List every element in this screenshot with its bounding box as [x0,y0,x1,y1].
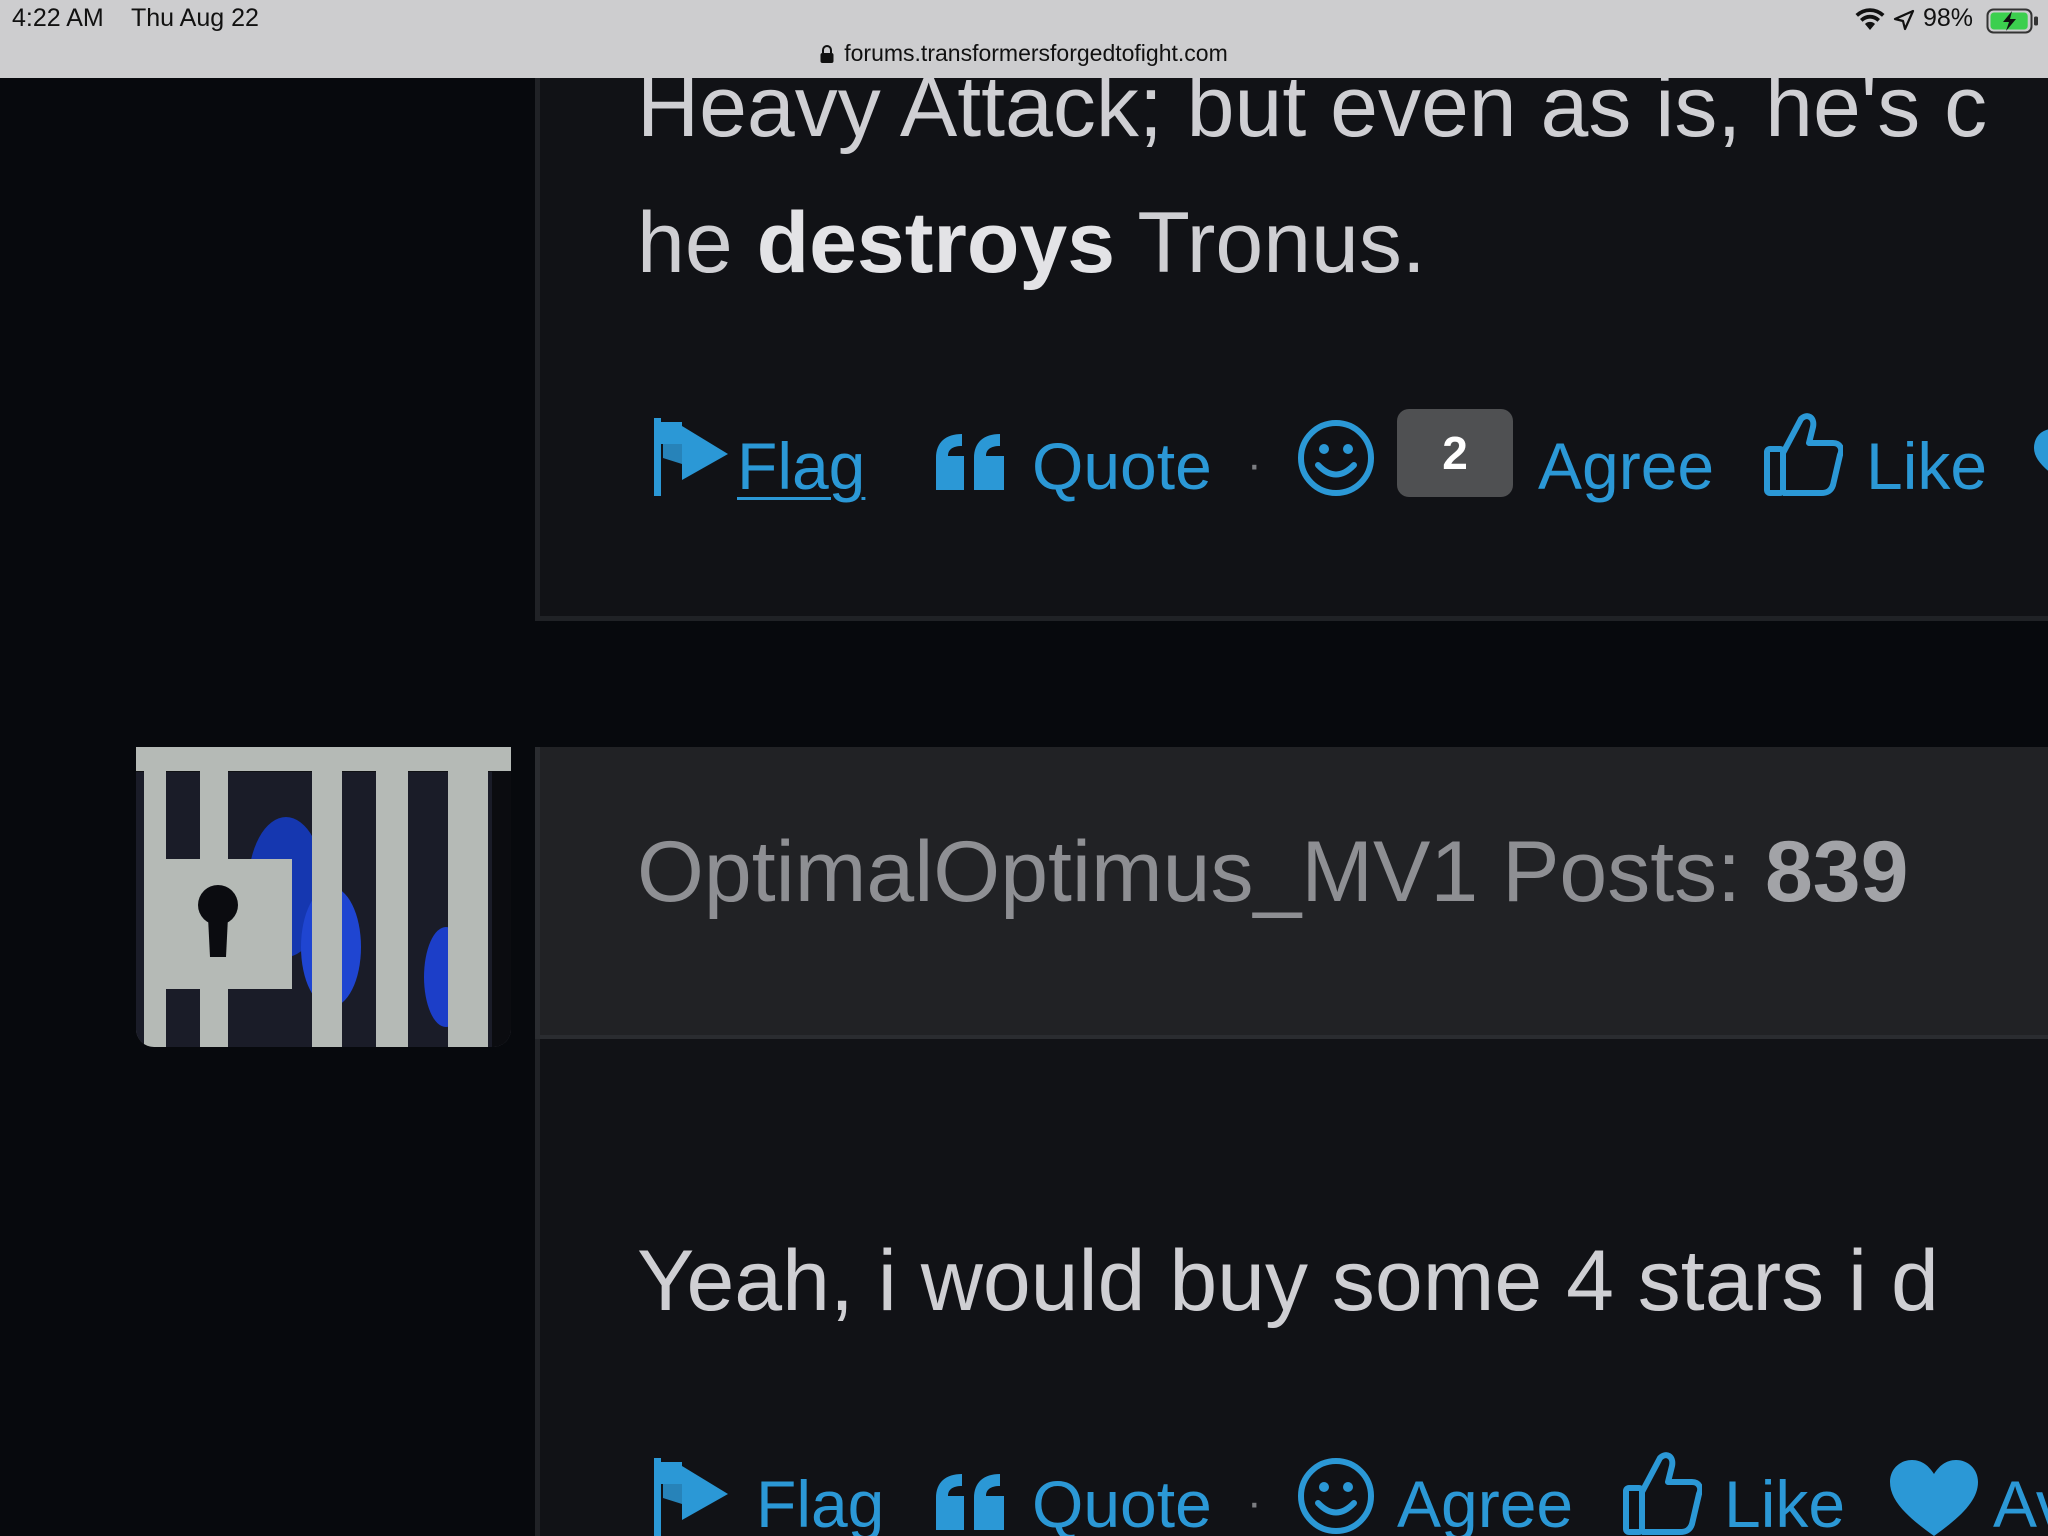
like-button[interactable]: Like [1724,1466,1845,1536]
flag-icon[interactable] [652,1454,730,1536]
quote-button[interactable]: Quote [1032,428,1212,504]
quote-icon [936,1474,1004,1530]
agree-button[interactable]: Agree [1538,428,1714,504]
battery-charging-icon [1986,8,2038,34]
heart-icon[interactable] [2030,424,2048,484]
post-1-text-line-2: he destroys Tronus. [637,194,1426,293]
address-url: forums.transformersforgedtofight.com [844,40,1228,66]
quote-button[interactable]: Quote [1032,1466,1212,1536]
flag-button[interactable]: Flag [756,1466,884,1536]
post-1-text-normal: he [637,195,757,291]
flag-button[interactable]: Flag [737,428,865,504]
thumbs-up-icon [1623,1452,1702,1535]
smiley-icon [1298,1458,1374,1534]
post-2-author-line: OptimalOptimus_MV1 Posts: 839 [637,823,1908,922]
lock-icon [820,45,834,63]
action-separator: · [1247,440,1262,489]
author-name[interactable]: OptimalOptimus_MV1 [637,824,1478,920]
post-1-text-end: Tronus. [1115,195,1426,291]
thumbs-up-icon [1764,413,1843,496]
quote-icon [936,434,1004,490]
posts-count: 839 [1764,824,1909,920]
battery-percent: 98% [1923,4,1974,32]
agree-count-badge[interactable]: 2 [1397,409,1513,497]
flag-icon[interactable] [652,414,730,498]
address-bar[interactable]: forums.transformersforgedtofight.com [0,40,2048,67]
screen: 4:22 AM Thu Aug 22 98% forums.transforme… [0,0,2048,1536]
like-button[interactable]: Like [1866,428,1987,504]
post-2-text: Yeah, i would buy some 4 stars i d [637,1233,1939,1329]
post-1-text-bold: destroys [756,195,1116,291]
wifi-icon [1855,8,1885,30]
avatar-image [136,747,511,1047]
status-bar: 4:22 AM Thu Aug 22 98% forums.transforme… [0,0,2048,78]
action-separator: · [1247,1478,1262,1527]
status-time: 4:22 AM [12,4,104,32]
status-date: Thu Aug 22 [131,4,259,32]
agree-button[interactable]: Agree [1397,1466,1573,1536]
location-icon [1893,9,1915,31]
heart-icon [1890,1460,1978,1536]
avatar[interactable] [136,747,511,1047]
smiley-icon [1298,420,1374,496]
posts-label: Posts: [1502,824,1742,920]
awesome-button[interactable]: Av [1993,1466,2048,1536]
post-1-body [535,78,2048,621]
